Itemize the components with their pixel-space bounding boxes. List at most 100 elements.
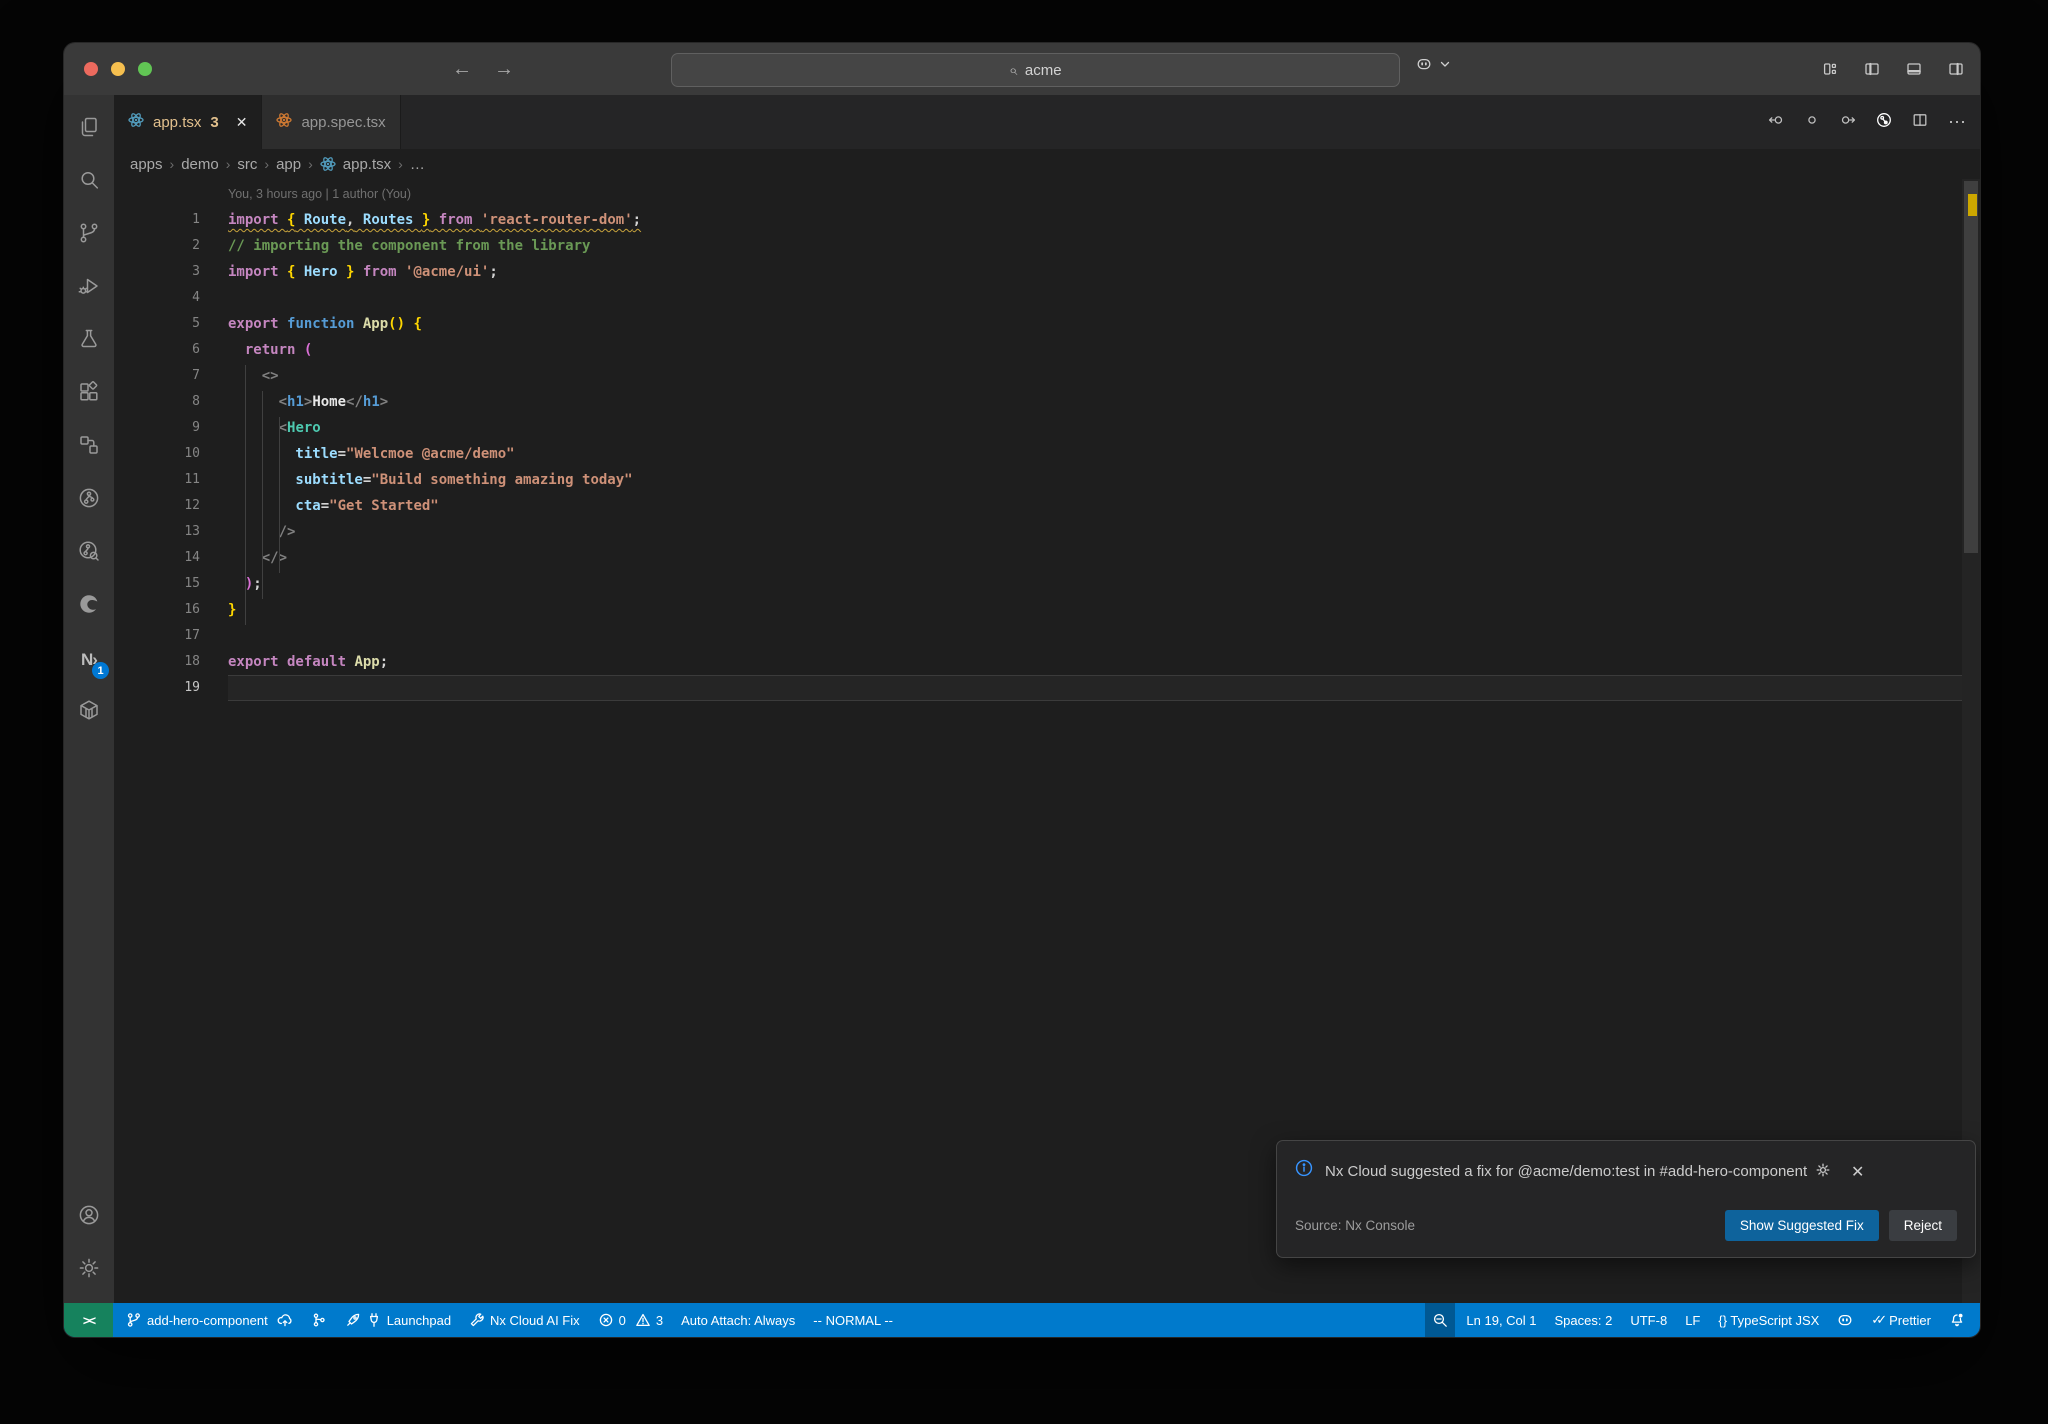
statusbar-problems[interactable]: 03 xyxy=(591,1307,670,1333)
react-file-icon xyxy=(128,112,144,132)
statusbar-encoding[interactable]: UTF-8 xyxy=(1623,1307,1674,1333)
statusbar-copilot-status[interactable] xyxy=(1830,1307,1860,1333)
activitybar-item-search[interactable] xyxy=(64,156,114,209)
zoom-window-button[interactable] xyxy=(138,62,152,76)
code-line-1[interactable]: 1 import { Route, Routes } from 'react-ro… xyxy=(114,207,1980,233)
statusbar-cursor-position[interactable]: Ln 19, Col 1 xyxy=(1459,1307,1543,1333)
branch-icon xyxy=(126,1312,142,1328)
activitybar-item-git-history[interactable] xyxy=(64,527,114,580)
code-line-15[interactable]: 15 ); xyxy=(114,571,1980,597)
warning-icon xyxy=(635,1312,651,1328)
copilot-icon[interactable] xyxy=(1416,56,1432,77)
activitybar-item-explorer[interactable] xyxy=(64,103,114,156)
code-line-2[interactable]: 2 // importing the component from the lib… xyxy=(114,233,1980,259)
code-line-12[interactable]: 12 cta="Get Started" xyxy=(114,493,1980,519)
toggle-panel-icon[interactable] xyxy=(1906,61,1922,77)
reject-button[interactable]: Reject xyxy=(1888,1210,1957,1241)
activitybar-item-run-and-debug[interactable] xyxy=(64,262,114,315)
statusbar-source-control-graph[interactable] xyxy=(304,1307,334,1333)
run-file-icon[interactable] xyxy=(1876,112,1892,133)
activitybar-item-testing[interactable] xyxy=(64,315,114,368)
breadcrumb-item[interactable]: app.tsx xyxy=(343,156,391,173)
statusbar-zoom-indicator[interactable] xyxy=(1425,1303,1456,1337)
toggle-primary-sidebar-icon[interactable] xyxy=(1864,61,1880,77)
line-number: 4 xyxy=(192,290,200,305)
line-number: 11 xyxy=(184,472,200,487)
tab-app.spec.tsx[interactable]: app.spec.tsx xyxy=(262,95,401,149)
activitybar-item-references[interactable] xyxy=(64,421,114,474)
activitybar-item-settings[interactable] xyxy=(64,1244,114,1297)
code-line-5[interactable]: 5 export function App() { xyxy=(114,311,1980,337)
remote-indicator[interactable]: >< xyxy=(64,1303,113,1337)
code-line-content: ); xyxy=(228,576,262,592)
search-icon xyxy=(77,168,101,197)
customize-layout-icon[interactable] xyxy=(1822,61,1838,77)
activitybar-item-accounts[interactable] xyxy=(64,1191,114,1244)
activitybar-item-source-control[interactable] xyxy=(64,209,114,262)
activitybar-item-edge-browser[interactable] xyxy=(64,580,114,633)
split-editor-icon[interactable] xyxy=(1912,112,1928,133)
code-line-11[interactable]: 11 subtitle="Build something amazing tod… xyxy=(114,467,1980,493)
code-line-16[interactable]: 16} xyxy=(114,597,1980,623)
code-line-14[interactable]: 14 </> xyxy=(114,545,1980,571)
editor-scrollbar[interactable] xyxy=(1962,179,1980,1303)
code-line-8[interactable]: 8 <h1>Home</h1> xyxy=(114,389,1980,415)
show-suggested-fix-button[interactable]: Show Suggested Fix xyxy=(1724,1210,1879,1241)
statusbar-nx-cloud-ai-fix[interactable]: Nx Cloud AI Fix xyxy=(462,1307,587,1333)
code-line-9[interactable]: 9 <Hero xyxy=(114,415,1980,441)
activitybar-item-package-explorer[interactable] xyxy=(64,686,114,739)
statusbar-indentation[interactable]: Spaces: 2 xyxy=(1548,1307,1620,1333)
code-line-content: /> xyxy=(278,524,296,540)
code-line-6[interactable]: 6 return ( xyxy=(114,337,1980,363)
minimize-window-button[interactable] xyxy=(111,62,125,76)
current-change-icon[interactable] xyxy=(1804,112,1820,133)
close-window-button[interactable] xyxy=(84,62,98,76)
code-line-4[interactable]: 4 xyxy=(114,285,1980,311)
code-line-7[interactable]: 7 <> xyxy=(114,363,1980,389)
statusbar-language-mode[interactable]: {} TypeScript JSX xyxy=(1711,1307,1826,1333)
statusbar-git-branch[interactable]: add-hero-component xyxy=(119,1307,300,1333)
more-actions-icon[interactable]: ⋯ xyxy=(1948,112,1966,133)
code-line-13[interactable]: 13 /> xyxy=(114,519,1980,545)
code-editor[interactable]: You, 3 hours ago | 1 author (You) 1 impor… xyxy=(114,179,1980,1303)
code-line-content: </> xyxy=(228,550,288,566)
breadcrumb-item[interactable]: apps xyxy=(130,156,163,173)
notification-close-icon[interactable]: ✕ xyxy=(1851,1162,1864,1183)
breadcrumb-item[interactable]: demo xyxy=(181,156,219,173)
bell-dot-icon xyxy=(1949,1312,1965,1328)
statusbar-formatter-prettier[interactable]: ✓✓ Prettier xyxy=(1864,1307,1938,1333)
navigate-forward-icon[interactable]: → xyxy=(494,58,514,81)
activitybar-item-extensions[interactable] xyxy=(64,368,114,421)
breadcrumb-item[interactable]: src xyxy=(237,156,257,173)
code-line-19[interactable]: 19 xyxy=(114,675,1980,701)
line-number: 7 xyxy=(192,368,200,383)
statusbar-notifications-bell[interactable] xyxy=(1942,1307,1972,1333)
navigate-back-icon[interactable]: ← xyxy=(452,58,472,81)
title-bar: ← → ⌕ acme xyxy=(64,43,1980,95)
scrollbar-thumb[interactable] xyxy=(1964,181,1978,553)
statusbar-eol[interactable]: LF xyxy=(1678,1307,1707,1333)
code-line-18[interactable]: 18 export default App; xyxy=(114,649,1980,675)
previous-change-icon[interactable] xyxy=(1768,112,1784,133)
notification-settings-icon[interactable] xyxy=(1815,1162,1831,1183)
code-line-3[interactable]: 3 import { Hero } from '@acme/ui'; xyxy=(114,259,1980,285)
indent-guide xyxy=(261,391,263,599)
statusbar-auto-attach[interactable]: Auto Attach: Always xyxy=(674,1307,802,1333)
close-tab-icon[interactable]: ✕ xyxy=(236,114,248,131)
command-center-search[interactable]: ⌕ acme xyxy=(671,53,1400,87)
next-change-icon[interactable] xyxy=(1840,112,1856,133)
activity-bar: N› 1 xyxy=(64,95,114,1303)
chevron-down-icon[interactable] xyxy=(1437,56,1453,77)
code-line-17[interactable]: 17 xyxy=(114,623,1980,649)
tab-app.tsx[interactable]: app.tsx 3 ✕ xyxy=(114,95,263,149)
toggle-secondary-sidebar-icon[interactable] xyxy=(1948,61,1964,77)
activitybar-item-nx-console[interactable]: N› 1 xyxy=(64,633,114,686)
code-line-content xyxy=(228,623,1980,649)
breadcrumb-item[interactable]: … xyxy=(410,156,425,173)
code-line-10[interactable]: 10 title="Welcmoe @acme/demo" xyxy=(114,441,1980,467)
breadcrumb-item[interactable]: app xyxy=(276,156,301,173)
statusbar-launchpad[interactable]: Launchpad xyxy=(338,1307,458,1333)
statusbar-vim-mode[interactable]: -- NORMAL -- xyxy=(806,1307,900,1333)
statusbar-label: 0 xyxy=(618,1312,626,1328)
activitybar-item-source-control-graph[interactable] xyxy=(64,474,114,527)
